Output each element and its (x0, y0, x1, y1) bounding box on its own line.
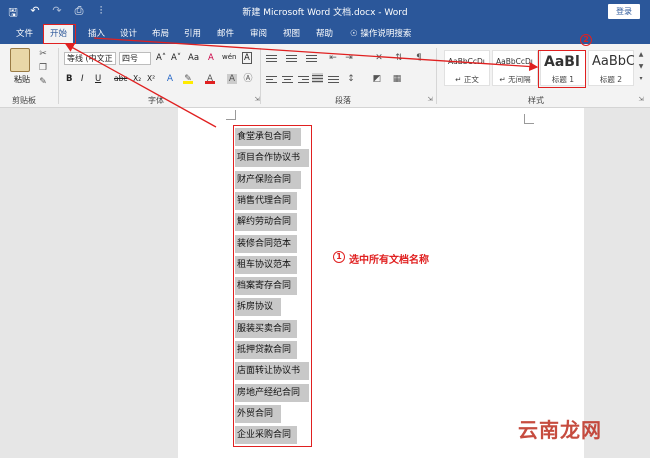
copy-icon[interactable]: ❐ (38, 63, 48, 73)
char-shading-icon[interactable]: A (227, 74, 237, 84)
grow-font-button[interactable]: A˄ (156, 53, 166, 63)
tab-file[interactable]: 文件 (10, 24, 39, 44)
style-name: ↵ 无间隔 (499, 75, 531, 84)
underline-button[interactable]: U (95, 74, 101, 84)
paste-button-label[interactable]: 粘贴 (14, 74, 30, 85)
tab-mailings[interactable]: 邮件 (211, 24, 240, 44)
step-2-marker: 2 (580, 34, 592, 46)
distributed-icon[interactable] (328, 74, 339, 84)
tab-references[interactable]: 引用 (178, 24, 207, 44)
highlight-icon[interactable]: ✎ (183, 74, 193, 84)
divider (260, 48, 261, 104)
heading1-highlight (538, 50, 586, 88)
sort-icon[interactable]: ⇅ (394, 53, 404, 63)
tab-view[interactable]: 视图 (277, 24, 306, 44)
char-border-button[interactable]: A (242, 52, 252, 64)
tell-me-label: 操作说明搜索 (360, 29, 412, 39)
style-no-spacing[interactable]: AaBbCcDı ↵ 无间隔 (492, 50, 538, 86)
style-sample: AaBbCcDı (496, 57, 533, 66)
tab-design[interactable]: 设计 (114, 24, 143, 44)
chinese-layout-icon[interactable]: ✕ (374, 53, 384, 63)
styles-scroll-down-icon[interactable]: ▼ (636, 62, 646, 72)
styles-scroll-up-icon[interactable]: ▲ (636, 50, 646, 60)
text-effects-icon[interactable]: A (165, 74, 175, 84)
watermark-text: 云南龙网 (518, 418, 602, 442)
phonetic-guide-button[interactable]: wén (222, 53, 236, 61)
line-spacing-icon[interactable]: ↕ (346, 74, 356, 84)
font-size-combo[interactable]: 四号 (119, 52, 151, 65)
cut-icon[interactable]: ✂ (38, 49, 48, 59)
home-tab-highlight (43, 24, 76, 44)
window-title: 新建 Microsoft Word 文档.docx - Word (242, 8, 408, 18)
italic-button[interactable]: I (81, 74, 84, 84)
paragraph-dialog-launcher-icon[interactable]: ⇲ (425, 95, 435, 105)
styles-more-icon[interactable]: ▾ (636, 74, 646, 84)
show-marks-icon[interactable]: ¶ (414, 53, 424, 63)
strikethrough-button[interactable]: abc (114, 74, 127, 83)
tab-layout[interactable]: 布局 (146, 24, 175, 44)
format-painter-icon[interactable]: ✎ (38, 77, 48, 87)
paste-icon[interactable] (10, 48, 30, 72)
title-bar: 🖫 ↶ ↷ ⎙ ⫶ 新建 Microsoft Word 文档.docx - Wo… (0, 0, 650, 24)
bold-button[interactable]: B (66, 74, 72, 84)
style-sample: AaBbCcDı (448, 57, 485, 66)
justify-icon[interactable] (312, 73, 323, 83)
login-button[interactable]: 登录 (608, 4, 640, 19)
lightbulb-icon: ☉ (350, 29, 358, 39)
tab-help[interactable]: 帮助 (310, 24, 339, 44)
bullets-icon[interactable] (266, 53, 277, 63)
align-right-icon[interactable] (298, 74, 309, 84)
crop-mark (524, 114, 534, 124)
selection-highlight-box (233, 125, 312, 447)
ribbon-tab-bar: 文件 开始 插入 设计 布局 引用 邮件 审阅 视图 帮助 ☉ 操作说明搜索 (0, 24, 650, 44)
tab-insert[interactable]: 插入 (82, 24, 111, 44)
step-1-marker: 1 (333, 251, 345, 263)
style-sample: AaBbC (592, 54, 634, 69)
document-workspace[interactable] (0, 108, 650, 458)
borders-icon[interactable]: ▦ (392, 74, 402, 84)
clipboard-group-label: 剪贴板 (12, 96, 36, 105)
divider (58, 48, 59, 104)
style-name: ↵ 正文 (455, 75, 479, 84)
change-case-button[interactable]: Aa (188, 53, 199, 63)
font-name-combo[interactable]: 等线 (中文正 (64, 52, 116, 65)
font-group-label: 字体 (148, 96, 164, 105)
subscript-button[interactable]: X₂ (133, 74, 141, 83)
font-color-icon[interactable]: A (205, 74, 215, 84)
clear-format-button[interactable]: A (208, 53, 214, 63)
enclose-char-icon[interactable]: Ⓐ (243, 74, 253, 84)
crop-mark (226, 110, 236, 120)
step-1-instruction: 选中所有文档名称 (349, 255, 429, 266)
paragraph-group-label: 段落 (335, 96, 351, 105)
shrink-font-button[interactable]: A˅ (171, 53, 181, 63)
superscript-button[interactable]: X² (147, 74, 155, 83)
shading-icon[interactable]: ◩ (372, 74, 382, 84)
tab-review[interactable]: 审阅 (244, 24, 273, 44)
increase-indent-icon[interactable]: ⇥ (344, 53, 354, 63)
style-normal[interactable]: AaBbCcDı ↵ 正文 (444, 50, 490, 86)
style-heading-2[interactable]: AaBbC 标题 2 (588, 50, 634, 86)
decrease-indent-icon[interactable]: ⇤ (328, 53, 338, 63)
align-center-icon[interactable] (282, 74, 293, 84)
divider (436, 48, 437, 104)
multilevel-list-icon[interactable] (306, 53, 317, 63)
numbering-icon[interactable] (286, 53, 297, 63)
align-left-icon[interactable] (266, 74, 277, 84)
styles-dialog-launcher-icon[interactable]: ⇲ (636, 95, 646, 105)
styles-group-label: 样式 (528, 96, 544, 105)
tell-me-search[interactable]: ☉ 操作说明搜索 (344, 24, 417, 44)
style-name: 标题 2 (599, 75, 623, 84)
